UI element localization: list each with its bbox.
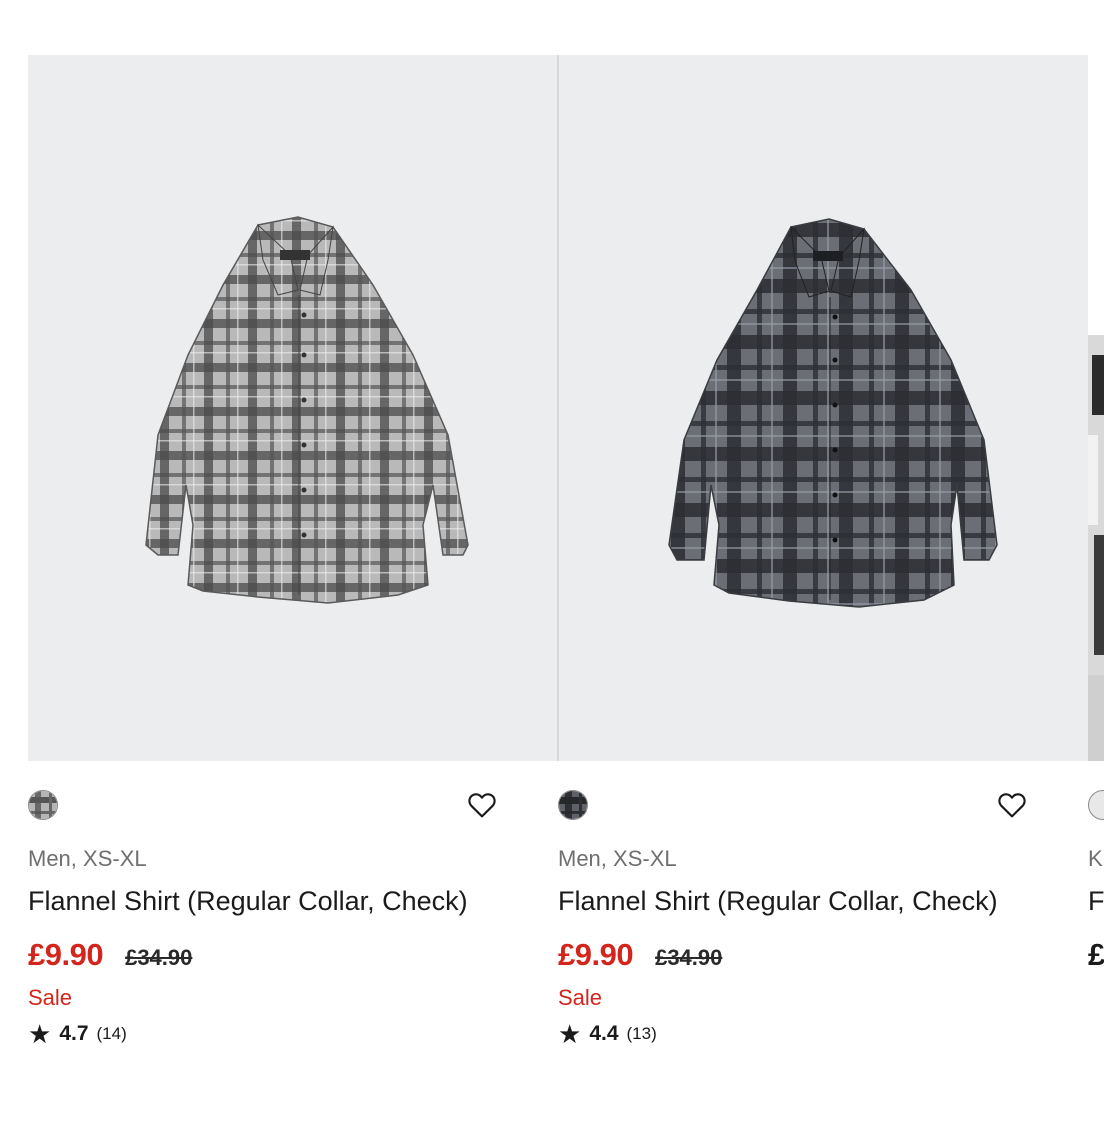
price: £ xyxy=(1088,937,1104,972)
sale-badge: Sale xyxy=(28,985,73,1010)
flannel-shirt-dark-image xyxy=(668,218,998,608)
original-price: £34.90 xyxy=(655,945,723,970)
color-swatch[interactable] xyxy=(28,790,58,820)
product-card[interactable]: Men, XS-XL Flannel Shirt (Regular Collar… xyxy=(558,55,1088,1047)
price-row: £ xyxy=(1088,937,1104,973)
rating-value: 4.4 xyxy=(589,1022,619,1045)
review-count: (13) xyxy=(626,1024,657,1043)
product-card-partial[interactable]: K F £ xyxy=(1088,55,1104,973)
flannel-shirt-light-image xyxy=(145,216,469,604)
product-card[interactable]: Men, XS-XL Flannel Shirt (Regular Collar… xyxy=(28,55,558,1047)
product-title[interactable]: F xyxy=(1088,882,1104,921)
product-title[interactable]: Flannel Shirt (Regular Collar, Check) xyxy=(28,882,468,921)
product-category: Men, XS-XL xyxy=(558,846,677,871)
original-price: £34.90 xyxy=(125,945,193,970)
sale-price: £9.90 xyxy=(28,937,104,972)
product-image[interactable] xyxy=(558,55,1088,761)
rating: ★ 4.4 (13) xyxy=(558,1021,1088,1047)
color-swatch[interactable] xyxy=(1088,790,1104,820)
wishlist-heart-icon[interactable] xyxy=(466,789,498,821)
product-category: K xyxy=(1088,846,1103,871)
wishlist-heart-icon[interactable] xyxy=(996,789,1028,821)
price-row: £9.90 £34.90 xyxy=(558,937,1088,973)
product-image[interactable] xyxy=(28,55,558,761)
star-icon: ★ xyxy=(28,1019,52,1049)
product-category: Men, XS-XL xyxy=(28,846,147,871)
product-image[interactable] xyxy=(1088,55,1104,761)
rating-value: 4.7 xyxy=(59,1022,89,1045)
price-row: £9.90 £34.90 xyxy=(28,937,558,973)
rating: ★ 4.7 (14) xyxy=(28,1021,558,1047)
sale-price: £9.90 xyxy=(558,937,634,972)
star-icon: ★ xyxy=(558,1019,582,1049)
color-swatch[interactable] xyxy=(558,790,588,820)
sale-badge: Sale xyxy=(558,985,603,1010)
model-photo-image xyxy=(1088,335,1104,761)
product-title[interactable]: Flannel Shirt (Regular Collar, Check) xyxy=(558,882,998,921)
review-count: (14) xyxy=(96,1024,127,1043)
